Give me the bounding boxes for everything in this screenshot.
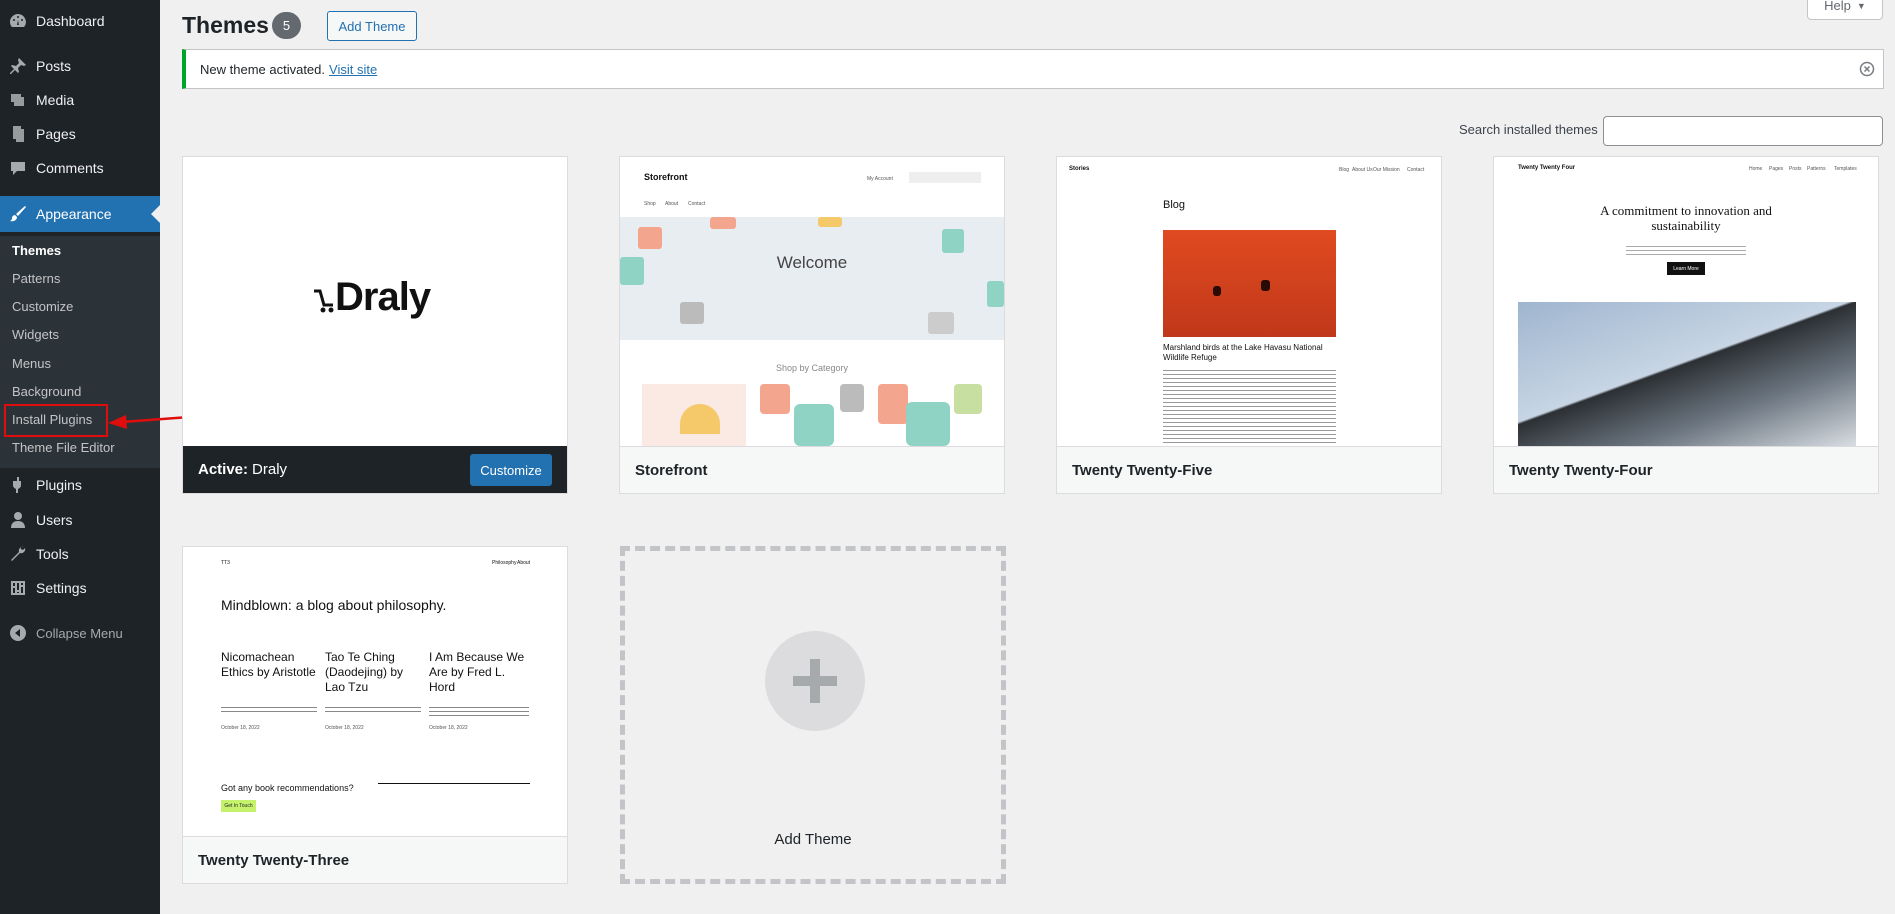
category-hats-preview — [642, 384, 746, 446]
install-plugins-highlight — [4, 404, 108, 437]
add-theme-button[interactable]: Add Theme — [327, 11, 417, 41]
menu-tools[interactable]: Tools — [0, 537, 160, 571]
theme-screenshot-twenty-twenty-four[interactable]: Twenty Twenty Four Home Pages Posts Patt… — [1494, 157, 1878, 446]
submenu-widgets[interactable]: Widgets — [12, 325, 59, 345]
theme-card-twenty-twenty-four[interactable]: Twenty Twenty Four Home Pages Posts Patt… — [1493, 156, 1879, 494]
collapse-menu-label: Collapse Menu — [36, 625, 123, 641]
plus-icon — [793, 659, 837, 703]
get-in-touch-preview: Get In Touch — [221, 800, 256, 812]
learn-more-preview: Learn More — [1667, 262, 1705, 275]
theme-screenshot-twenty-twenty-three[interactable]: TT3 Philosophy About Mindblown: a blog a… — [183, 547, 567, 836]
theme-name-bar: Twenty Twenty-Five — [1057, 446, 1441, 493]
building-photo-preview — [1518, 302, 1856, 446]
storefront-hero: Welcome — [620, 217, 1004, 340]
search-themes-input[interactable] — [1603, 116, 1883, 146]
draly-logo: Draly — [311, 275, 431, 320]
category-tshirts-preview — [878, 384, 982, 446]
theme-name: Draly — [252, 461, 288, 478]
submenu-patterns[interactable]: Patterns — [12, 269, 60, 289]
pages-icon — [0, 124, 36, 144]
add-new-theme-card[interactable]: Add Theme — [620, 546, 1006, 884]
brush-icon — [0, 204, 36, 224]
customize-button[interactable]: Customize — [470, 454, 552, 486]
add-theme-label: Add Theme — [774, 831, 852, 848]
add-circle — [765, 631, 865, 731]
caret-down-icon: ▼ — [1856, 0, 1866, 11]
submenu-background[interactable]: Background — [12, 382, 81, 402]
theme-screenshot-storefront[interactable]: Storefront My Account Shop About Contact… — [620, 157, 1004, 446]
theme-card-twenty-twenty-three[interactable]: TT3 Philosophy About Mindblown: a blog a… — [182, 546, 568, 884]
menu-settings-label: Settings — [36, 580, 87, 596]
article-body-preview — [1163, 367, 1336, 443]
theme-card-draly[interactable]: Draly Active: Draly Customize — [182, 156, 568, 494]
submenu-customize[interactable]: Customize — [12, 297, 73, 317]
divider-line — [378, 783, 530, 784]
post-excerpt-preview — [221, 704, 317, 714]
help-button[interactable]: Help ▼ — [1807, 0, 1883, 20]
menu-plugins[interactable]: Plugins — [0, 468, 160, 502]
plugin-icon — [0, 475, 36, 495]
intro-text-preview — [1626, 243, 1746, 257]
comments-icon — [0, 158, 36, 178]
theme-name-bar: Storefront — [620, 446, 1004, 493]
menu-users-label: Users — [36, 512, 73, 528]
collapse-icon — [0, 625, 36, 641]
theme-name-bar: Active: Draly Customize — [183, 446, 567, 493]
storefront-search-preview — [909, 172, 981, 183]
submenu-menus[interactable]: Menus — [12, 354, 51, 374]
theme-name-bar: Twenty Twenty-Four — [1494, 446, 1878, 493]
active-label: Active: — [198, 461, 249, 478]
menu-users[interactable]: Users — [0, 503, 160, 537]
menu-dashboard[interactable]: Dashboard — [0, 4, 160, 38]
menu-pages-label: Pages — [36, 126, 76, 142]
menu-media[interactable]: Media — [0, 83, 160, 117]
menu-dashboard-label: Dashboard — [36, 13, 105, 29]
menu-comments[interactable]: Comments — [0, 151, 160, 185]
page-title: Themes — [182, 12, 269, 38]
pin-icon — [0, 56, 36, 76]
collapse-menu[interactable]: Collapse Menu — [0, 620, 160, 646]
settings-icon — [0, 578, 36, 598]
theme-screenshot-draly[interactable]: Draly — [183, 157, 567, 446]
media-icon — [0, 90, 36, 110]
help-label: Help — [1824, 0, 1851, 13]
search-label: Search installed themes — [1459, 122, 1598, 137]
menu-plugins-label: Plugins — [36, 477, 82, 493]
wrench-icon — [0, 544, 36, 564]
post-excerpt-preview — [429, 704, 529, 718]
submenu-themes[interactable]: Themes — [12, 241, 61, 261]
theme-activated-notice: New theme activated. Visit site — [182, 49, 1884, 89]
dashboard-icon — [0, 11, 36, 31]
cart-logo-icon — [314, 289, 334, 312]
menu-pages[interactable]: Pages — [0, 117, 160, 151]
theme-card-twenty-twenty-five[interactable]: Stories Blog About Us Our Mission Contac… — [1056, 156, 1442, 494]
menu-settings[interactable]: Settings — [0, 571, 160, 605]
theme-screenshot-twenty-twenty-five[interactable]: Stories Blog About Us Our Mission Contac… — [1057, 157, 1441, 446]
user-icon — [0, 510, 36, 530]
notice-text: New theme activated. — [200, 61, 326, 77]
menu-appearance-label: Appearance — [36, 206, 112, 222]
menu-comments-label: Comments — [36, 160, 104, 176]
admin-sidebar: Dashboard Posts Media Pages Comments App… — [0, 0, 160, 914]
submenu-theme-file-editor[interactable]: Theme File Editor — [12, 438, 115, 458]
theme-card-storefront[interactable]: Storefront My Account Shop About Contact… — [619, 156, 1005, 494]
main-content: Themes 5 Add Theme Help ▼ New theme acti… — [160, 0, 1895, 914]
visit-site-link[interactable]: Visit site — [329, 62, 377, 77]
theme-name-bar: Twenty Twenty-Three — [183, 836, 567, 883]
category-hoodies-preview — [760, 384, 864, 446]
post-excerpt-preview — [325, 704, 421, 714]
menu-tools-label: Tools — [36, 546, 69, 562]
menu-appearance[interactable]: Appearance — [0, 196, 160, 232]
birds-photo-preview — [1163, 230, 1336, 337]
theme-count-badge: 5 — [272, 12, 301, 39]
menu-posts[interactable]: Posts — [0, 49, 160, 83]
dismiss-icon[interactable] — [1859, 61, 1875, 77]
menu-media-label: Media — [36, 92, 75, 108]
menu-posts-label: Posts — [36, 58, 72, 74]
